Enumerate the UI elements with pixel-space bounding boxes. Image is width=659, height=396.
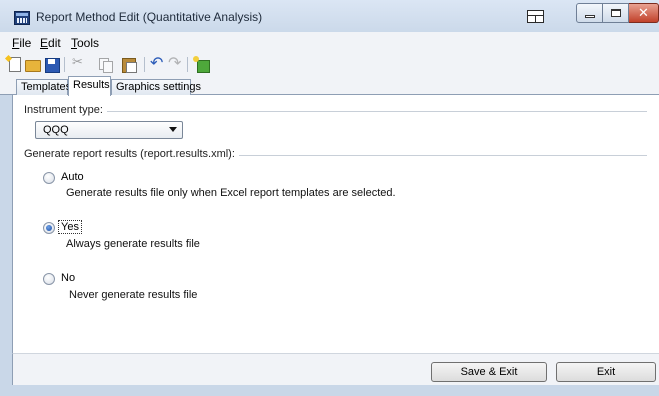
results-group-line xyxy=(216,155,647,156)
report-method-edit-window: Report Method Edit (Quantitative Analysi… xyxy=(0,0,659,396)
maximize-button[interactable] xyxy=(603,3,629,23)
instrument-type-label: Instrument type: xyxy=(24,104,107,116)
radio-no-description: Never generate results file xyxy=(69,289,198,301)
generate-results-label: Generate report results (report.results.… xyxy=(24,148,239,160)
radio-auto-label[interactable]: Auto xyxy=(61,171,84,183)
tab-templates[interactable]: Templates xyxy=(16,79,71,95)
paste-icon[interactable] xyxy=(120,56,137,73)
close-button[interactable]: ✕ xyxy=(629,3,659,23)
menu-file[interactable]: File xyxy=(12,36,31,50)
radio-no[interactable] xyxy=(43,273,55,285)
app-icon xyxy=(14,11,30,25)
radio-no-label[interactable]: No xyxy=(61,272,75,284)
tab-graphics-settings[interactable]: Graphics settings xyxy=(111,79,201,95)
cut-icon[interactable] xyxy=(70,55,86,72)
window-title: Report Method Edit (Quantitative Analysi… xyxy=(36,10,263,24)
export-icon[interactable] xyxy=(193,56,210,73)
minimize-icon xyxy=(584,14,595,18)
radio-auto[interactable] xyxy=(43,172,55,184)
maximize-icon xyxy=(610,9,621,17)
copy-icon[interactable] xyxy=(97,56,113,73)
new-icon[interactable] xyxy=(6,56,22,72)
toolbar-separator xyxy=(187,57,188,72)
menu-tools[interactable]: Tools xyxy=(71,36,99,50)
layout-toggle-icon[interactable] xyxy=(527,10,544,23)
undo-icon[interactable] xyxy=(149,53,165,72)
menu-edit[interactable]: Edit xyxy=(40,36,61,50)
toolbar-separator xyxy=(64,57,65,72)
title-bar[interactable]: Report Method Edit (Quantitative Analysi… xyxy=(0,0,659,32)
open-icon[interactable] xyxy=(24,56,41,72)
menu-bar: File Edit Tools xyxy=(0,32,659,53)
instrument-group-line xyxy=(92,111,647,112)
radio-auto-description: Generate results file only when Excel re… xyxy=(66,187,396,199)
tab-results[interactable]: Results xyxy=(68,76,111,96)
save-icon[interactable] xyxy=(43,56,60,73)
radio-yes-label[interactable]: Yes xyxy=(58,220,82,234)
window-controls: ✕ xyxy=(576,3,659,23)
radio-yes[interactable] xyxy=(43,222,55,234)
tab-strip: Templates Results Graphics settings xyxy=(0,76,659,96)
instrument-type-value: QQQ xyxy=(43,124,69,136)
radio-yes-description: Always generate results file xyxy=(66,238,200,250)
toolbar-separator xyxy=(144,57,145,72)
toolbar xyxy=(0,53,659,76)
minimize-button[interactable] xyxy=(576,3,603,23)
close-icon: ✕ xyxy=(638,5,649,21)
window-bottom-frame xyxy=(0,385,659,396)
redo-icon[interactable] xyxy=(167,53,183,72)
chevron-down-icon xyxy=(169,127,177,132)
exit-button[interactable]: Exit xyxy=(556,362,656,382)
save-and-exit-button[interactable]: Save & Exit xyxy=(431,362,547,382)
instrument-type-select[interactable]: QQQ xyxy=(35,121,183,139)
